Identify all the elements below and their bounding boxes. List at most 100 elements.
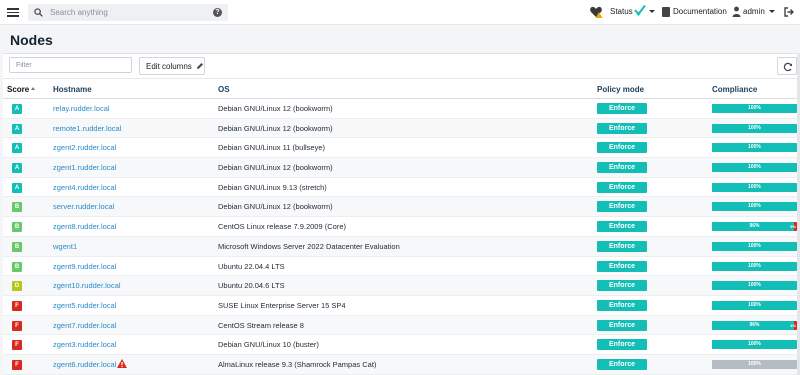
compliance-bar[interactable]: 100% — [712, 163, 797, 173]
os-value: Debian GNU/Linux 12 (bookworm) — [218, 163, 333, 173]
compliance-bar[interactable]: 96% 5% — [712, 222, 797, 232]
hostname-link[interactable]: zgent1.rudder.local — [53, 163, 116, 172]
user-icon — [732, 6, 741, 17]
compliance-bar[interactable]: 100% — [712, 202, 797, 212]
hostname-link[interactable]: zgent7.rudder.local — [53, 321, 116, 330]
status-check-icon[interactable] — [633, 4, 647, 18]
compliance-bar[interactable]: 100% — [712, 143, 797, 153]
compliance-label: 100% — [748, 164, 761, 171]
column-header-hostname[interactable]: Hostname — [53, 85, 92, 94]
compliance-bar[interactable]: 100% — [712, 340, 797, 350]
compliance-label: 96% — [749, 223, 760, 230]
compliance-bar[interactable]: 100% — [712, 123, 797, 133]
table-row[interactable]: Bzgent8.rudder.local CentOS Linux release… — [3, 217, 800, 237]
score-badge: A — [12, 182, 22, 193]
policy-mode-badge: Enforce — [597, 162, 647, 174]
table-row[interactable]: Arelay.rudder.local Debian GNU/Linux 12 (… — [3, 99, 800, 119]
table-row[interactable]: Aremote1.rudder.local Debian GNU/Linux 12… — [3, 118, 800, 139]
compliance-bar[interactable]: 100% — [712, 104, 797, 113]
compliance-bar[interactable]: 96% 4% — [712, 320, 797, 330]
hostname-link[interactable]: zgent8.rudder.local — [53, 222, 116, 231]
score-badge: F — [12, 340, 22, 351]
status-label[interactable]: Status — [610, 7, 633, 16]
compliance-label: 100% — [748, 183, 761, 190]
policy-mode-badge: Enforce — [597, 280, 647, 292]
refresh-button[interactable] — [777, 57, 797, 75]
column-header-compliance[interactable]: Compliance — [712, 85, 757, 94]
compliance-bar[interactable]: 100% — [712, 241, 797, 251]
hostname-link[interactable]: zgent5.rudder.local — [53, 301, 116, 310]
hostname-link[interactable]: zgent3.rudder.local — [53, 340, 116, 349]
compliance-error-label: 4% — [790, 322, 796, 328]
policy-mode-badge: Enforce — [597, 103, 647, 114]
warning-icon[interactable] — [117, 358, 127, 368]
os-value: Ubuntu 22.04.4 LTS — [218, 261, 285, 271]
heartbeat-warning-icon[interactable] — [590, 6, 603, 18]
compliance-label: 96% — [749, 321, 760, 328]
hostname-link[interactable]: zgent9.rudder.local — [53, 262, 116, 271]
table-row[interactable]: Azgent4.rudder.local Debian GNU/Linux 9.1… — [3, 178, 800, 198]
os-value: AlmaLinux release 9.3 (Shamrock Pampas C… — [218, 359, 377, 369]
logout-icon[interactable] — [784, 7, 794, 17]
chevron-down-icon[interactable] — [649, 10, 655, 13]
compliance-bar[interactable]: 100% — [712, 182, 797, 192]
compliance-label: 100% — [748, 203, 761, 210]
hostname-link[interactable]: remote1.rudder.local — [53, 124, 121, 133]
table-row[interactable]: Azgent2.rudder.local Debian GNU/Linux 11 … — [3, 138, 800, 159]
compliance-bar[interactable]: 100% — [712, 261, 797, 271]
chevron-down-icon[interactable] — [769, 10, 775, 13]
documentation-icon[interactable] — [662, 7, 670, 17]
edit-columns-button[interactable]: Edit columns — [139, 57, 205, 75]
os-value: Debian GNU/Linux 10 (buster) — [218, 340, 319, 350]
policy-mode-badge: Enforce — [597, 221, 647, 233]
compliance-label: 100% — [748, 242, 761, 249]
sort-asc-icon[interactable] — [31, 87, 35, 90]
table-row[interactable]: Bserver.rudder.local Debian GNU/Linux 12 … — [3, 197, 800, 218]
search-input[interactable] — [50, 6, 200, 19]
score-badge: B — [12, 261, 22, 272]
score-badge: A — [12, 163, 22, 174]
table-row[interactable]: Dzgent10.rudder.local Ubuntu 20.04.6 LTS E… — [3, 276, 800, 296]
hostname-link[interactable]: zgent10.rudder.local — [53, 281, 121, 290]
hostname-link[interactable]: zgent2.rudder.local — [53, 143, 116, 152]
policy-mode-badge: Enforce — [597, 142, 647, 154]
hostname-link[interactable]: server.rudder.local — [53, 202, 114, 211]
column-header-os[interactable]: OS — [218, 85, 230, 94]
table-row[interactable]: Bwgent1 Microsoft Windows Server 2022 Dat… — [3, 236, 800, 257]
documentation-link[interactable]: Documentation — [673, 7, 727, 16]
score-badge: B — [12, 241, 22, 252]
table-row[interactable]: Fzgent7.rudder.local CentOS Stream releas… — [3, 315, 800, 336]
refresh-icon — [783, 62, 793, 72]
table-row[interactable]: Bzgent9.rudder.local Ubuntu 22.04.4 LTS En… — [3, 257, 800, 277]
os-value: SUSE Linux Enterprise Server 15 SP4 — [218, 300, 346, 310]
compliance-label: 100% — [748, 144, 761, 151]
score-badge: B — [12, 202, 22, 213]
table-header: Score Hostname OS Policy mode Compliance — [3, 78, 800, 99]
filter-input[interactable] — [9, 57, 132, 73]
policy-mode-badge: Enforce — [597, 201, 647, 213]
compliance-bar[interactable]: 100% — [712, 359, 797, 369]
compliance-bar[interactable]: 100% — [712, 300, 797, 310]
column-header-score[interactable]: Score — [7, 85, 29, 94]
hostname-link[interactable]: relay.rudder.local — [53, 104, 110, 113]
hostname-link[interactable]: zgent6.rudder.local — [53, 360, 116, 369]
table-row[interactable]: Azgent1.rudder.local Debian GNU/Linux 12 … — [3, 158, 800, 178]
policy-mode-badge: Enforce — [597, 122, 647, 134]
user-menu[interactable]: admin — [743, 7, 765, 16]
menu-icon[interactable] — [6, 6, 20, 18]
compliance-bar[interactable]: 100% — [712, 281, 797, 291]
policy-mode-badge: Enforce — [597, 260, 647, 272]
compliance-label: 100% — [748, 124, 761, 131]
hostname-link[interactable]: wgent1 — [53, 242, 77, 251]
table-row[interactable]: Fzgent5.rudder.local SUSE Linux Enterpris… — [3, 296, 800, 316]
score-badge: D — [12, 281, 22, 292]
column-header-policy-mode[interactable]: Policy mode — [597, 85, 644, 94]
os-value: Debian GNU/Linux 12 (bookworm) — [218, 123, 333, 133]
search-box[interactable]: ? — [28, 4, 228, 21]
compliance-error-label: 5% — [790, 224, 796, 230]
policy-mode-badge: Enforce — [597, 240, 647, 252]
help-icon[interactable]: ? — [213, 8, 222, 17]
table-row[interactable]: Fzgent3.rudder.local Debian GNU/Linux 10 … — [3, 335, 800, 355]
hostname-link[interactable]: zgent4.rudder.local — [53, 183, 116, 192]
table-row[interactable]: Fzgent6.rudder.local AlmaLinux release 9.… — [3, 354, 800, 375]
